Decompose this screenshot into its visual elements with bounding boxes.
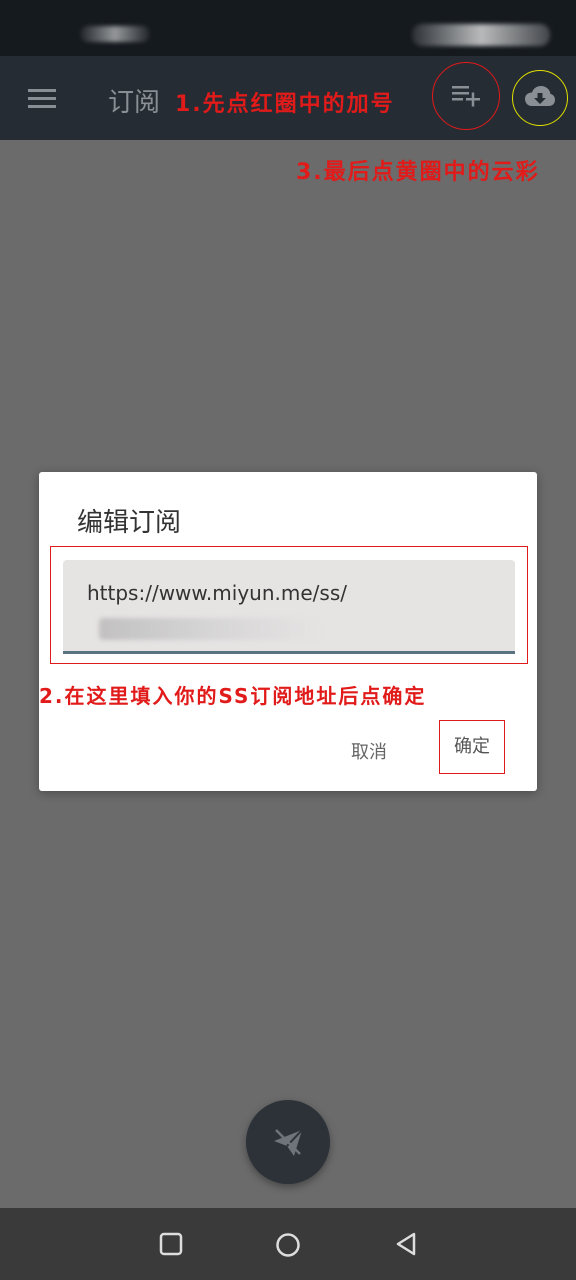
app-title: 订阅 xyxy=(108,88,161,118)
menu-icon[interactable] xyxy=(28,89,56,109)
url-redacted xyxy=(99,618,319,640)
add-subscription-button[interactable] xyxy=(432,62,500,130)
recents-square-icon[interactable] xyxy=(159,1232,183,1256)
annotation-step2: 2.在这里填入你的SS订阅地址后点确定 xyxy=(39,684,427,708)
annotation-step3: 3.最后点黄圈中的云彩 xyxy=(296,160,540,185)
system-navigation-bar xyxy=(0,1208,576,1280)
edit-subscription-dialog: 编辑订阅 https://www.miyun.me/ss/ 2.在这里填入你的S… xyxy=(39,472,537,791)
status-indicators-redacted xyxy=(412,24,550,46)
add-to-list-icon xyxy=(452,86,480,107)
update-subscription-button[interactable] xyxy=(512,70,568,126)
back-triangle-icon[interactable] xyxy=(394,1232,418,1256)
cloud-download-icon xyxy=(525,86,555,106)
paper-plane-off-icon xyxy=(274,1129,303,1156)
subscription-url-value: https://www.miyun.me/ss/ xyxy=(87,581,347,605)
ok-button[interactable]: 确定 xyxy=(439,720,505,774)
dialog-title: 编辑订阅 xyxy=(77,508,182,538)
annotation-step1: 1.先点红圈中的加号 xyxy=(175,92,395,117)
subscription-url-input[interactable]: https://www.miyun.me/ss/ xyxy=(63,560,515,654)
app-bar: 订阅 1.先点红圈中的加号 xyxy=(0,56,576,140)
cancel-button[interactable]: 取消 xyxy=(351,738,387,764)
status-time-redacted xyxy=(80,26,150,42)
connect-fab-button[interactable] xyxy=(246,1100,330,1184)
home-circle-icon[interactable] xyxy=(275,1232,301,1258)
status-bar xyxy=(0,0,576,56)
